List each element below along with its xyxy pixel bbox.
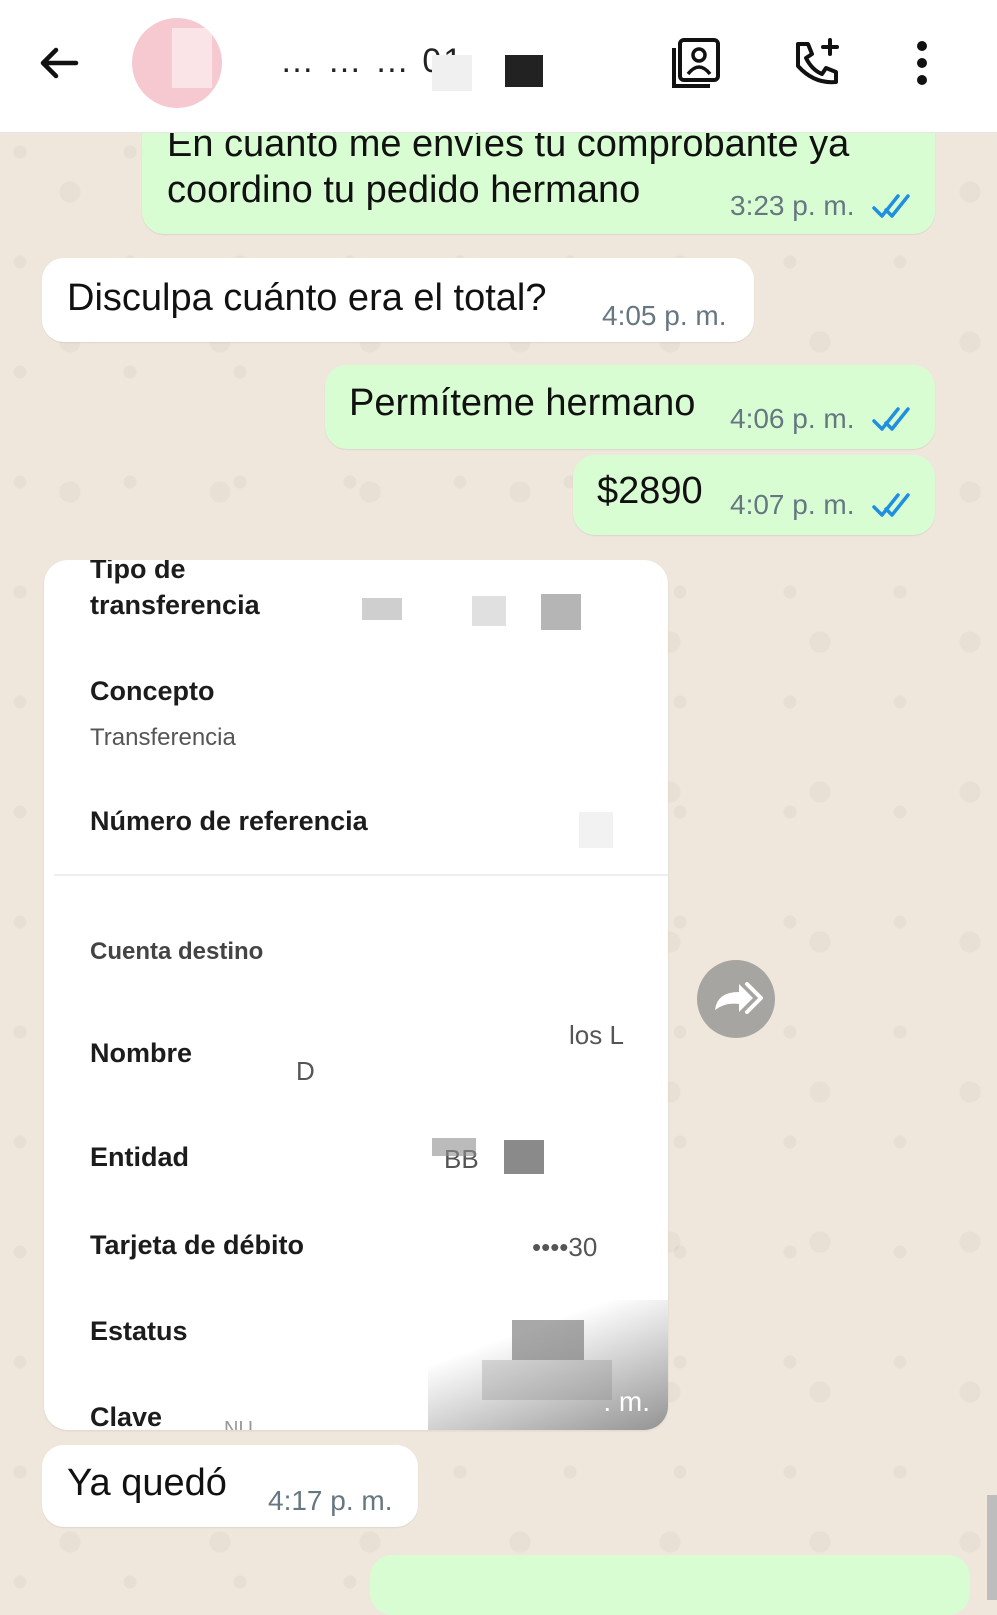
read-ticks-icon <box>872 407 910 431</box>
message-bubble-outgoing-partial[interactable] <box>370 1555 970 1615</box>
clave-value: NU... <box>224 1418 270 1430</box>
estatus-label: Estatus <box>90 1316 188 1346</box>
message-time: 4:07 p. m. <box>730 489 855 520</box>
message-time: 4:05 p. m. <box>602 300 727 331</box>
message-bubble-incoming[interactable]: Ya quedó 4:17 p. m. <box>42 1445 418 1527</box>
read-ticks-icon <box>872 493 910 517</box>
referencia-label: Número de referencia <box>90 806 368 836</box>
cuenta-destino-heading: Cuenta destino <box>90 938 264 965</box>
redacted-area <box>541 594 581 630</box>
tipo-label: transferencia <box>90 590 260 620</box>
message-text: Permíteme hermano <box>349 382 696 424</box>
message-bubble-outgoing[interactable]: $2890 4:07 p. m. <box>573 455 935 535</box>
redacted-area <box>432 55 472 91</box>
redacted-area <box>432 1138 476 1156</box>
tarjeta-label: Tarjeta de débito <box>90 1230 305 1260</box>
redacted-area <box>505 55 543 87</box>
receipt-image-message[interactable]: Tipo de transferencia Concepto Transfere… <box>44 560 668 1430</box>
nombre-value-2: D <box>296 1056 315 1086</box>
redacted-area <box>579 812 613 848</box>
chat-header: … … … 01 <box>0 0 997 133</box>
image-time: . m. <box>603 1386 650 1417</box>
concepto-label: Concepto <box>90 676 215 706</box>
add-call-icon[interactable] <box>790 36 844 90</box>
message-text: coordino tu pedido hermano <box>167 169 641 211</box>
forward-icon[interactable] <box>697 960 775 1038</box>
message-text: Ya quedó <box>67 1462 227 1504</box>
scrollbar[interactable] <box>987 1495 997 1600</box>
concepto-value: Transferencia <box>90 724 236 751</box>
redacted-area <box>504 1140 544 1174</box>
divider <box>54 874 668 876</box>
message-time: 4:17 p. m. <box>268 1485 393 1516</box>
redacted-area <box>472 596 506 626</box>
message-time: 4:06 p. m. <box>730 403 855 434</box>
read-ticks-icon <box>872 194 910 218</box>
contact-card-icon[interactable] <box>670 36 724 90</box>
message-bubble-incoming[interactable]: Disculpa cuánto era el total? 4:05 p. m. <box>42 258 754 342</box>
clave-label: Clave <box>90 1402 163 1430</box>
redacted-area <box>362 598 402 620</box>
contact-avatar[interactable] <box>132 18 222 108</box>
message-bubble-outgoing[interactable]: Permíteme hermano 4:06 p. m. <box>325 365 935 449</box>
message-time: 3:23 p. m. <box>730 190 855 221</box>
tarjeta-value: ••••30 <box>532 1232 598 1262</box>
nombre-label: Nombre <box>90 1038 193 1068</box>
entidad-label: Entidad <box>90 1142 189 1172</box>
message-text: Disculpa cuánto era el total? <box>67 277 547 319</box>
nombre-value: los L <box>569 1020 624 1050</box>
message-text: $2890 <box>597 470 703 512</box>
more-options-icon[interactable] <box>895 36 949 90</box>
back-arrow-icon[interactable] <box>36 40 82 86</box>
tipo-label-top: Tipo de <box>90 560 186 584</box>
